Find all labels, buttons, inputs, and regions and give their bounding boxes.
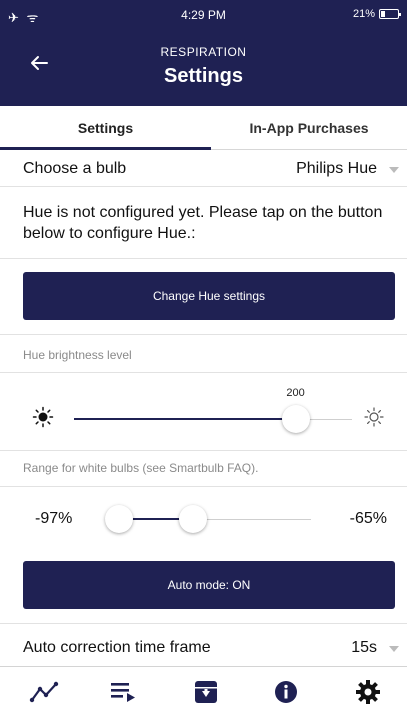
info-icon: [275, 681, 297, 703]
nav-info[interactable]: [266, 675, 306, 709]
brightness-slider[interactable]: 200: [74, 387, 352, 436]
playlist-icon: [111, 683, 135, 702]
bulb-select-label: Choose a bulb: [23, 160, 127, 177]
chart-line-icon: [29, 681, 59, 703]
brightness-label: Hue brightness level: [23, 348, 132, 362]
range-high-thumb[interactable]: [179, 505, 208, 533]
divider: [0, 334, 407, 335]
slider-thumb[interactable]: [282, 405, 311, 433]
nav-playlist[interactable]: [104, 675, 144, 709]
app-header: ✈ ᯤ 4:29 PM 21% RESPIRATION Settings: [0, 0, 407, 106]
divider: [0, 486, 407, 487]
tab-in-app-purchases[interactable]: In-App Purchases: [211, 106, 407, 149]
nav-settings[interactable]: [348, 675, 388, 709]
auto-correction-label: Auto correction time frame: [23, 639, 211, 656]
auto-correction-value[interactable]: 15s: [351, 639, 377, 657]
slider-fill: [74, 418, 297, 420]
battery-icon: [379, 9, 401, 19]
bulb-select-row[interactable]: Choose a bulb Philips Hue: [0, 150, 407, 186]
auto-correction-row[interactable]: Auto correction time frame 15s: [0, 624, 407, 666]
range-min-value: -97%: [35, 510, 73, 527]
battery-indicator: 21%: [352, 8, 401, 20]
brightness-value: 200: [286, 387, 305, 399]
chevron-down-icon: [389, 646, 399, 652]
nav-chart[interactable]: [24, 675, 64, 709]
white-range-label: Range for white bulbs (see Smartbulb FAQ…: [23, 461, 259, 475]
status-bar: ✈ ᯤ 4:29 PM 21%: [0, 0, 407, 30]
divider: [0, 450, 407, 451]
nav-archive[interactable]: [186, 675, 226, 709]
gear-icon: [356, 680, 380, 704]
range-max-value: -65%: [349, 510, 387, 527]
divider: [0, 372, 407, 373]
battery-percent: 21%: [352, 8, 375, 20]
sun-filled-icon: [32, 406, 54, 428]
status-time: 4:29 PM: [181, 8, 226, 22]
range-low-thumb[interactable]: [105, 505, 133, 533]
bulb-select-value[interactable]: Philips Hue: [296, 160, 377, 178]
page-title: Settings: [164, 65, 243, 87]
change-hue-settings-button[interactable]: Change Hue settings: [23, 272, 395, 320]
tab-bar: Settings In-App Purchases: [0, 106, 407, 150]
divider: [0, 258, 407, 259]
auto-mode-button[interactable]: Auto mode: ON: [23, 561, 395, 609]
white-range-slider[interactable]: [105, 503, 311, 535]
page-subtitle: RESPIRATION: [160, 45, 247, 59]
divider: [0, 186, 407, 187]
archive-icon: [195, 681, 217, 703]
hue-info-text: Hue is not configured yet. Please tap on…: [23, 204, 383, 242]
chevron-down-icon: [389, 167, 399, 173]
bottom-navigation: [0, 666, 407, 720]
tab-settings[interactable]: Settings: [0, 106, 211, 149]
sun-outline-icon: [364, 407, 384, 427]
